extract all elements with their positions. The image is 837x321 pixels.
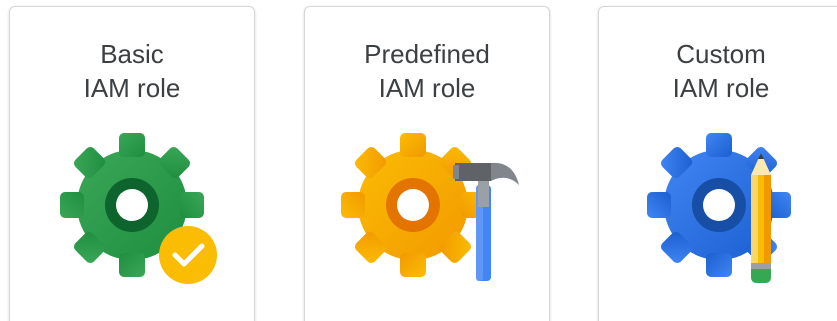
card-custom-iam-role[interactable]: Custom IAM role bbox=[598, 6, 837, 321]
pencil-icon bbox=[751, 153, 771, 283]
card-title: Predefined IAM role bbox=[305, 37, 549, 105]
card-title-line1: Basic bbox=[100, 39, 164, 69]
gear-with-hammer-icon bbox=[305, 125, 551, 295]
gear-with-pencil-icon bbox=[599, 125, 837, 295]
card-title: Custom IAM role bbox=[599, 37, 837, 105]
card-title: Basic IAM role bbox=[10, 37, 254, 105]
card-title-line2: IAM role bbox=[83, 73, 181, 103]
card-title-line2: IAM role bbox=[672, 73, 770, 103]
role-types-panel: Basic IAM role Predefined IAM role Custo… bbox=[0, 0, 837, 321]
check-badge-icon bbox=[159, 226, 217, 284]
gear-with-check-icon bbox=[10, 125, 256, 295]
card-title-line2: IAM role bbox=[378, 73, 476, 103]
card-predefined-iam-role[interactable]: Predefined IAM role bbox=[304, 6, 550, 321]
card-title-line1: Predefined bbox=[364, 39, 490, 69]
card-title-line1: Custom bbox=[676, 39, 766, 69]
card-basic-iam-role[interactable]: Basic IAM role bbox=[9, 6, 255, 321]
